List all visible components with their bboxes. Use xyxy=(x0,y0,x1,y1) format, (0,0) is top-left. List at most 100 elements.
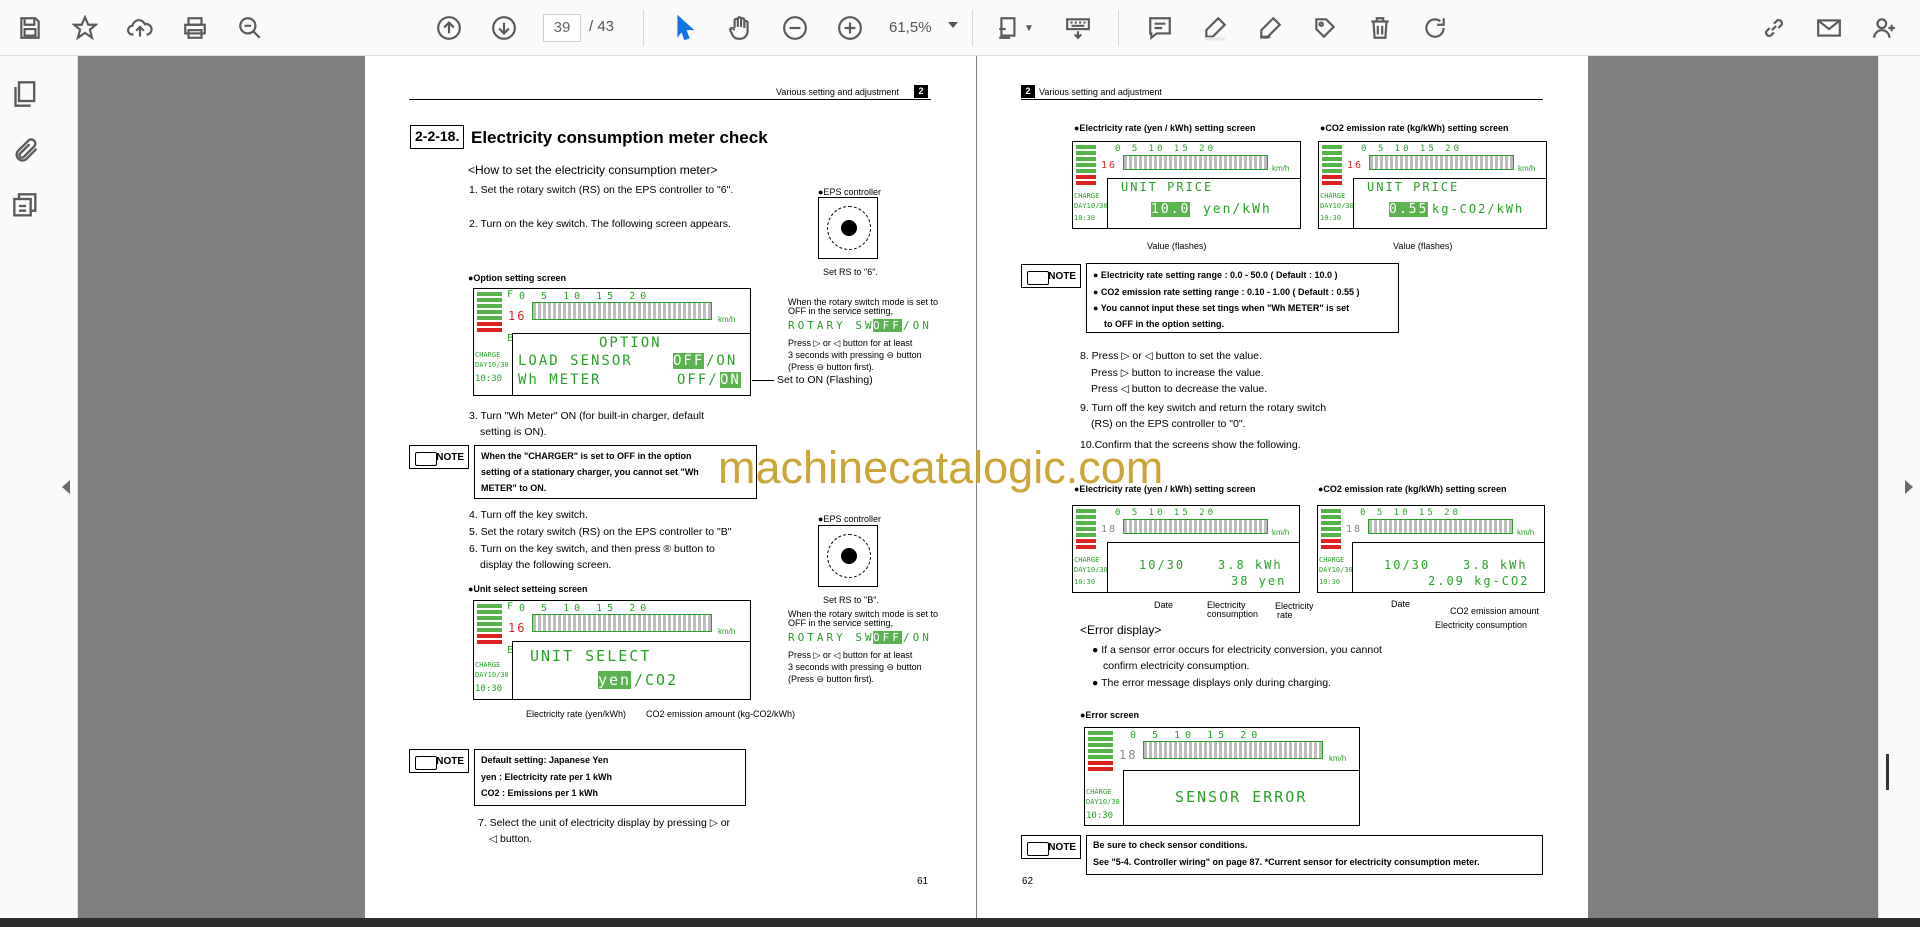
comment-icon[interactable] xyxy=(1142,10,1178,46)
step-8b: Press ▷ button to increase the value. xyxy=(1091,367,1264,379)
co2-rate-screen-label-2: ●CO2 emission rate (kg/kWh) setting scre… xyxy=(1318,484,1507,494)
toolbar-divider xyxy=(643,10,644,46)
press-3: (Press ⊖ button first). xyxy=(788,362,875,372)
step-3b: setting is ON). xyxy=(480,426,547,438)
layers-icon[interactable] xyxy=(12,192,42,222)
option-screen-label: ●Option setting screen xyxy=(468,273,566,283)
page-number-input[interactable]: 39 xyxy=(543,14,581,42)
rotary-switch-dial xyxy=(818,197,878,259)
collapse-left-arrow-icon[interactable] xyxy=(62,480,70,494)
hand-icon[interactable] xyxy=(722,10,758,46)
error-display-heading: <Error display> xyxy=(1080,623,1162,637)
rotary-note-4: OFF in the service setting, xyxy=(788,618,894,628)
rotary-off: OFF xyxy=(873,319,902,332)
step-9b: (RS) on the EPS controller to "0". xyxy=(1091,418,1246,430)
default-1: Default setting: Japanese Yen xyxy=(481,755,609,765)
cap-date-1: Date xyxy=(1154,600,1174,610)
step-8c: Press ◁ button to decrease the value. xyxy=(1091,383,1268,395)
add-user-icon[interactable] xyxy=(1866,10,1902,46)
error-1a: ● If a sensor error occurs for electrici… xyxy=(1092,644,1382,656)
save-icon[interactable] xyxy=(12,10,48,46)
upload-icon[interactable] xyxy=(122,10,158,46)
pages-icon[interactable] xyxy=(12,80,42,110)
rotary-note-2: OFF in the service setting, xyxy=(788,306,894,316)
step-2: 2. Turn on the key switch. The following… xyxy=(469,218,731,230)
keyboard-icon[interactable] xyxy=(1060,10,1096,46)
page-up-icon[interactable] xyxy=(431,10,467,46)
note-badge-2: NOTE xyxy=(1021,835,1081,859)
caption-rate: Electricity rate (yen/kWh) xyxy=(526,709,627,719)
step-6b: display the following screen. xyxy=(480,559,612,571)
step-4: 4. Turn off the key switch. xyxy=(469,509,588,521)
set-rs6: Set RS to "6". xyxy=(823,267,878,277)
page-number: 62 xyxy=(1022,876,1034,887)
right-sidebar xyxy=(1878,56,1920,918)
error-2: ● The error message displays only during… xyxy=(1092,677,1332,689)
unit-lcd-screen: F E 0 5 10 15 20 km/h 16 CHARGE DAY10/30… xyxy=(473,600,751,700)
zoom-out-icon[interactable] xyxy=(777,10,813,46)
note-line-2: setting of a stationary charger, you can… xyxy=(481,467,699,477)
chapter-number: 2 xyxy=(914,85,928,98)
step-8a: 8. Press ▷ or ◁ button to set the value. xyxy=(1080,350,1262,362)
page-number: 61 xyxy=(917,876,929,887)
option-lcd-screen: F E 0 5 10 15 20 km/h 16 CHARGE DAY10/30… xyxy=(473,288,751,396)
step-3a: 3. Turn "Wh Meter" ON (for built-in char… xyxy=(469,410,705,422)
co2-rate-screen-label: ●CO2 emission rate (kg/kWh) setting scre… xyxy=(1320,123,1509,133)
toolbar: 39 / 43 61,5% ▼ xyxy=(0,0,1920,56)
draw-icon[interactable] xyxy=(1252,10,1288,46)
step-7a: 7. Select the unit of electricity displa… xyxy=(478,817,731,829)
note-line-3: METER" to ON. xyxy=(481,483,547,493)
note-badge-2: NOTE xyxy=(409,749,469,773)
rotary-switch-dial-2 xyxy=(818,525,878,587)
zoom-dropdown-icon[interactable] xyxy=(948,22,958,28)
subheading: <How to set the electricity consumption … xyxy=(468,163,718,177)
caption-co2: CO2 emission amount (kg-CO2/kWh) xyxy=(646,709,796,719)
error-screen-label: ●Error screen xyxy=(1080,710,1139,720)
rotary-sw-text-2: ROTARY SW xyxy=(788,631,875,644)
set-on-flashing: Set to ON (Flashing) xyxy=(777,374,873,386)
header-rule xyxy=(409,99,931,100)
error-1b: confirm electricity consumption. xyxy=(1103,660,1250,672)
note-line-1: When the "CHARGER" is set to OFF in the … xyxy=(481,451,692,461)
step-6a: 6. Turn on the key switch, and then pres… xyxy=(469,543,715,555)
zoom-in-icon[interactable] xyxy=(832,10,868,46)
select-cursor-icon[interactable] xyxy=(667,10,703,46)
set-rsb: Set RS to "B". xyxy=(823,595,879,605)
attachment-icon[interactable] xyxy=(12,136,42,166)
zoom-level[interactable]: 61,5% xyxy=(889,14,969,42)
chapter-number: 2 xyxy=(1021,85,1035,98)
step-7b: ◁ button. xyxy=(489,833,533,845)
mail-icon[interactable] xyxy=(1811,10,1847,46)
rotary-sw-text: ROTARY SW xyxy=(788,319,875,332)
redo-icon[interactable] xyxy=(1417,10,1453,46)
delete-icon[interactable] xyxy=(1362,10,1398,46)
zoom-search-icon[interactable] xyxy=(232,10,268,46)
elec-consumption-lcd: 0 5 10 15 20 km/h 18 CHARGE DAY10/30 10:… xyxy=(1072,505,1300,593)
elec-rate-lcd: 0 5 10 15 20 km/h 16 CHARGE DAY10/30 10:… xyxy=(1072,141,1301,229)
pointer-line xyxy=(752,380,774,381)
co2-amount-lcd: 0 5 10 15 20 km/h 18 CHARGE DAY10/30 10:… xyxy=(1317,505,1545,593)
section-number: 2-2-18. xyxy=(415,128,460,144)
sensor-note-1: Be sure to check sensor conditions. xyxy=(1093,840,1248,850)
star-icon[interactable] xyxy=(67,10,103,46)
elec-rate-screen-label: ●Electricity rate (yen / kWh) setting sc… xyxy=(1074,123,1256,133)
value-flashes-2: Value (flashes) xyxy=(1393,241,1453,251)
step-9a: 9. Turn off the key switch and return th… xyxy=(1080,402,1327,414)
page-down-icon[interactable] xyxy=(486,10,522,46)
collapse-right-arrow-icon[interactable] xyxy=(1905,480,1913,494)
highlight-pen-icon[interactable] xyxy=(1197,10,1233,46)
scrollbar-thumb[interactable] xyxy=(1886,754,1889,790)
stamp-icon[interactable] xyxy=(1307,10,1343,46)
sensor-error-lcd: 0 5 10 15 20 km/h 18 CHARGE DAY10/30 10:… xyxy=(1084,727,1360,826)
co2-rate-lcd: 0 5 10 15 20 km/h 16 CHARGE DAY10/30 10:… xyxy=(1318,141,1547,229)
fit-page-icon[interactable]: ▼ xyxy=(990,10,1040,46)
range-note-4: to OFF in the option setting. xyxy=(1104,319,1224,329)
print-icon[interactable] xyxy=(177,10,213,46)
link-icon[interactable] xyxy=(1756,10,1792,46)
default-2: yen : Electricity rate per 1 kWh xyxy=(481,772,613,782)
unit-screen-label: ●Unit select setteing screen xyxy=(468,584,588,594)
value-flashes-1: Value (flashes) xyxy=(1147,241,1207,251)
note-badge: NOTE xyxy=(1021,264,1081,288)
page-header: Various setting and adjustment xyxy=(1039,87,1162,97)
toolbar-divider xyxy=(1118,10,1119,46)
